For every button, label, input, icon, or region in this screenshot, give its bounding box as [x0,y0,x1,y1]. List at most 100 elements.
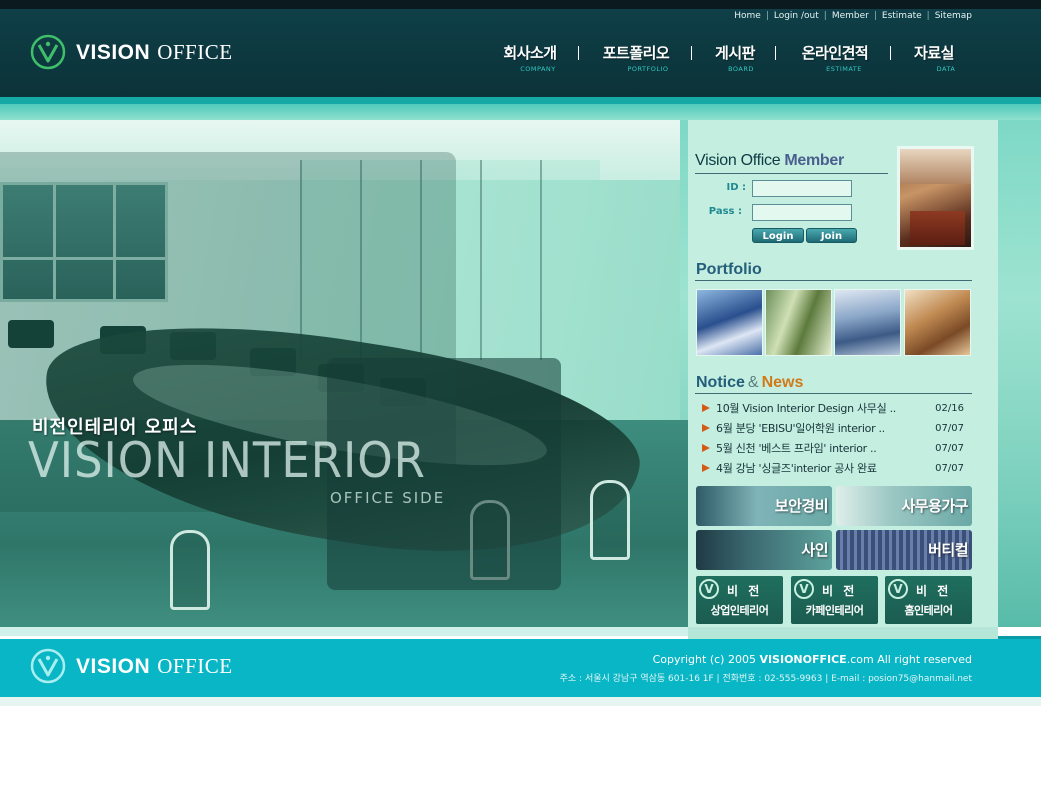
logo-word-office: OFFICE [157,39,233,64]
home-link[interactable]: Home [734,11,761,21]
banner-sign[interactable]: 사인 [696,530,832,570]
glass-partition [480,160,540,360]
banner-label: 사인 [801,541,828,559]
site-logo[interactable]: VISION OFFICE [30,34,233,70]
member-photo [897,146,974,250]
vbanner-top: 비 전 [916,584,952,598]
room-chair-front [590,480,630,560]
copyright-text: Copyright (c) 2005 VISIONOFFICE.com All … [653,653,972,666]
pass-label: Pass : [708,206,742,217]
copyright-brand: VISIONOFFICE [759,653,847,666]
vision-logo-icon [30,648,66,684]
portfolio-thumb-2[interactable] [765,289,832,356]
portfolio-thumb-4[interactable] [904,289,971,356]
member-divider [695,173,888,174]
nav-company[interactable]: 회사소개 COMPANY [498,42,562,73]
visual-title-english: VISION INTERIOR [28,432,426,489]
vbanner-bottom: 상업인테리어 [710,604,769,617]
arrow-bullet-icon [702,464,710,472]
vision-logo-icon [30,34,66,70]
banner-home-interior[interactable]: V 비 전 홈인테리어 [885,576,972,624]
member-link[interactable]: Member [832,11,869,21]
portfolio-title[interactable]: Portfolio [696,261,762,279]
login-out-link[interactable]: Login /out [774,11,819,21]
estimate-link[interactable]: Estimate [882,11,922,21]
nav-estimate[interactable]: 온라인견적 ESTIMATE [795,42,875,73]
notice-divider [695,393,972,394]
banner-office-furniture[interactable]: 사무용가구 [836,486,972,526]
id-input[interactable] [752,180,852,197]
nav-label: 온라인견적 [801,44,869,62]
banner-label: 버티컬 [928,541,968,559]
separator: | [765,11,769,21]
portfolio-thumb-1[interactable] [696,289,763,356]
banner-label: 사무용가구 [901,497,968,515]
notice-list: 10월 Vision Interior Design 사무실 .. 02/16 … [700,398,970,478]
nav-sub-label: PORTFOLIO [627,65,669,73]
main-navigation: 회사소개 COMPANY 포트폴리오 PORTFOLIO 게시판 BOARD 온… [498,42,968,76]
logo-text: VISION OFFICE [76,654,233,679]
notice-text: 4월 강남 '싱글즈'interior 공사 완료 [716,462,877,475]
member-title-part2: Member [784,152,844,169]
arrow-bullet-icon [702,424,710,432]
nav-sub-label: ESTIMATE [826,65,862,73]
nav-data[interactable]: 자료실 DATA [909,42,959,73]
nav-label: 포트폴리오 [602,44,670,62]
nav-board[interactable]: 게시판 BOARD [710,42,760,73]
password-input[interactable] [752,204,852,221]
nav-separator [578,46,579,60]
notice-item[interactable]: 4월 강남 '싱글즈'interior 공사 완료 07/07 [700,458,970,478]
nav-sub-label: DATA [936,65,956,73]
notice-news-title[interactable]: Notice & News [696,374,803,392]
notice-title-part1: Notice [696,374,745,391]
separator: | [926,11,930,21]
logo-word-vision: VISION [76,654,151,678]
sitemap-link[interactable]: Sitemap [935,11,972,21]
glass-partition [540,160,600,360]
nav-separator [890,46,891,60]
notice-title-part2: News [761,374,804,391]
portfolio-divider [695,280,972,281]
notice-item[interactable]: 5월 신천 '베스트 프라임' interior .. 07/07 [700,438,970,458]
logo-word-office: OFFICE [157,653,233,678]
notice-text: 6월 분당 'EBISU'일어학원 interior .. [716,422,885,435]
footer-under-strip [0,697,1041,706]
vbanner-bottom: 카페인테리어 [805,604,864,617]
utility-links: Home | Login /out | Member | Estimate | … [734,11,972,21]
notice-item[interactable]: 10월 Vision Interior Design 사무실 .. 02/16 [700,398,970,418]
separator: | [873,11,877,21]
vbanner-top: 비 전 [822,584,858,598]
id-label: ID : [726,182,746,193]
banner-cafe-interior[interactable]: V 비 전 카페인테리어 [791,576,878,624]
logo-word-vision: VISION [76,40,151,64]
join-button[interactable]: Join [806,228,857,243]
nav-label: 자료실 [914,44,954,62]
login-button[interactable]: Login [752,228,804,243]
vision-v-icon: V [888,579,908,599]
separator: | [823,11,827,21]
notice-date: 02/16 [935,402,964,414]
header-strip [0,97,1041,104]
banner-commercial-interior[interactable]: V 비 전 상업인테리어 [696,576,783,624]
portfolio-thumb-3[interactable] [834,289,901,356]
notice-date: 07/07 [935,422,964,434]
top-line [0,0,1041,9]
banner-vertical-blind[interactable]: 버티컬 [836,530,972,570]
notice-date: 07/07 [935,442,964,454]
notice-text: 10월 Vision Interior Design 사무실 .. [716,402,896,415]
vision-v-icon: V [699,579,719,599]
notice-item[interactable]: 6월 분당 'EBISU'일어학원 interior .. 07/07 [700,418,970,438]
banner-security[interactable]: 보안경비 [696,486,832,526]
footer-logo: VISION OFFICE [30,648,233,684]
member-title-part1: Vision Office [695,152,781,169]
copyright-post: .com All right reserved [846,653,972,666]
room-chair-front [170,530,210,610]
nav-portfolio[interactable]: 포트폴리오 PORTFOLIO [596,42,676,73]
vision-v-icon: V [794,579,814,599]
visual-subtitle: OFFICE SIDE [330,489,446,507]
notice-title-amp: & [747,374,759,391]
vbanner-bottom: 홈인테리어 [904,604,953,617]
member-section-title: Vision Office Member [695,152,844,170]
arrow-bullet-icon [702,404,710,412]
nav-label: 게시판 [715,44,755,62]
